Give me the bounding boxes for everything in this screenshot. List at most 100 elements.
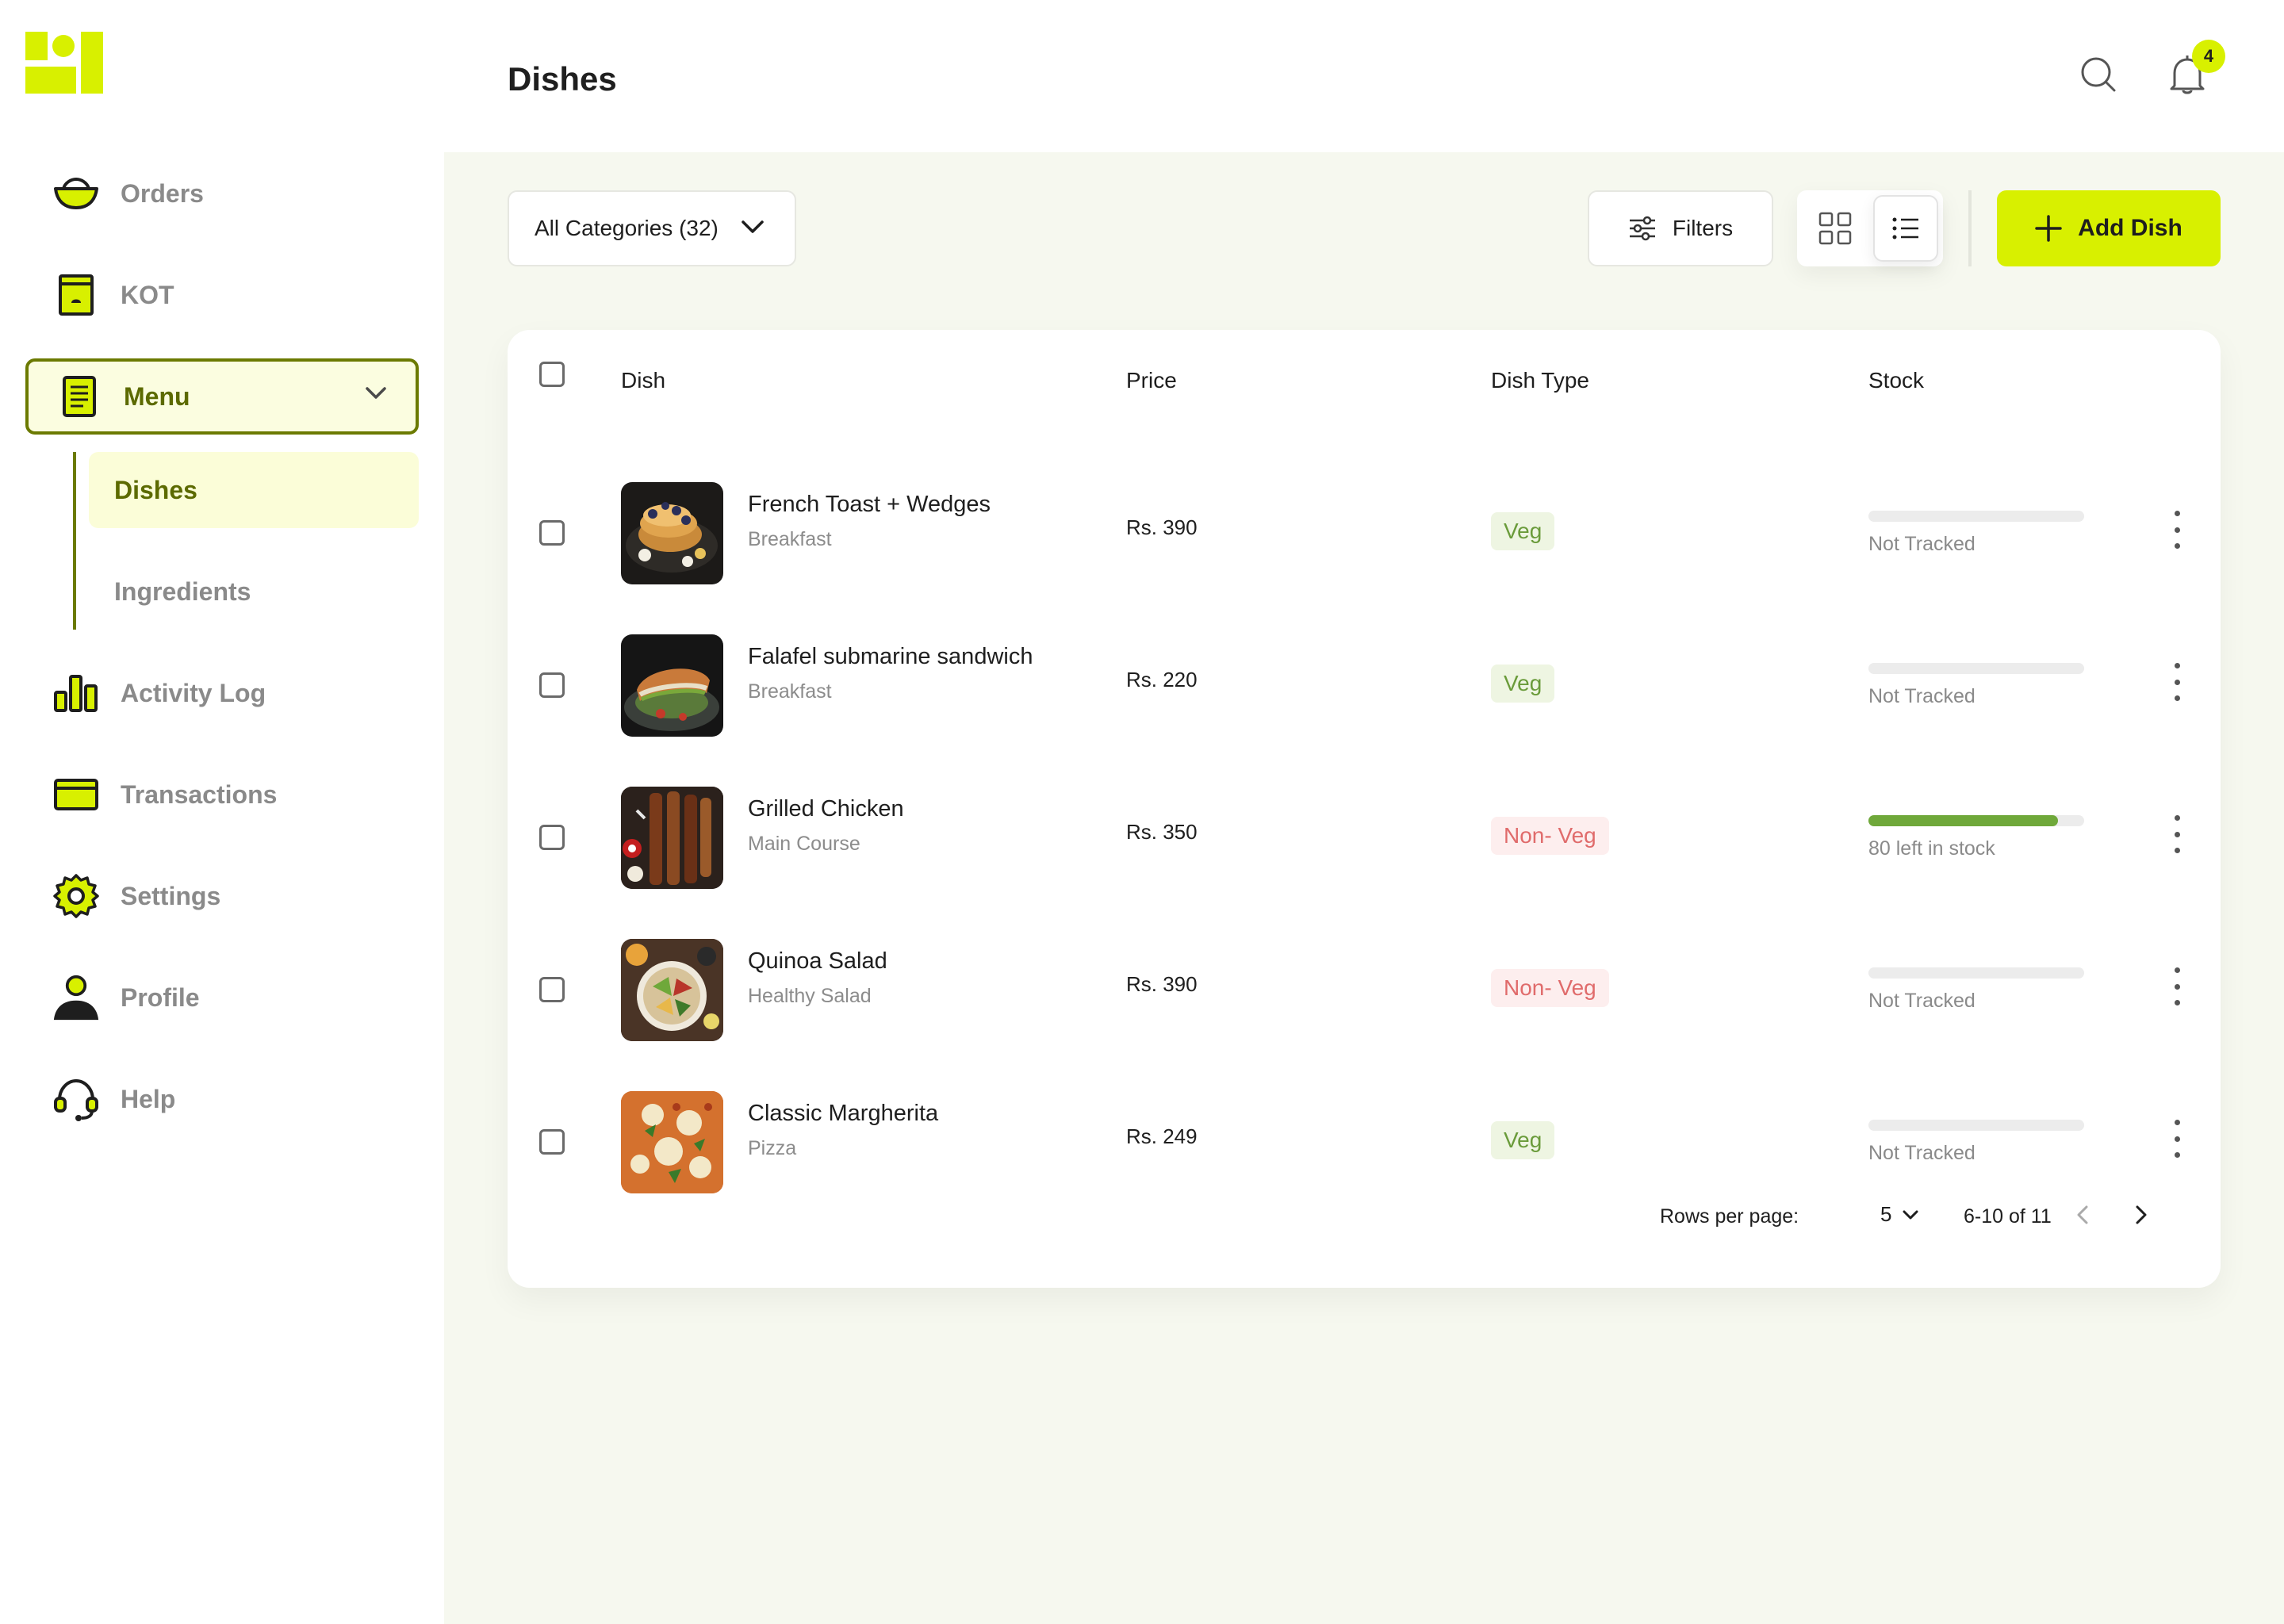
sidebar-subitem-dishes[interactable]: Dishes	[89, 452, 419, 528]
stock-bar	[1868, 815, 2084, 826]
dish-name: Quinoa Salad	[748, 948, 887, 974]
bar-chart-icon	[52, 669, 100, 717]
dish-category: Main Course	[748, 833, 860, 855]
chevron-left-icon[interactable]	[2067, 1199, 2098, 1231]
sidebar-item-transactions[interactable]: Transactions	[25, 756, 419, 833]
chevron-down-icon	[366, 387, 386, 399]
dish-category: Healthy Salad	[748, 985, 872, 1007]
toolbar-divider	[1968, 190, 1972, 266]
dish-name: Falafel submarine sandwich	[748, 644, 1033, 669]
row-checkbox[interactable]	[539, 672, 565, 698]
dish-price: Rs. 390	[1126, 515, 1198, 539]
row-checkbox[interactable]	[539, 1129, 565, 1155]
filters-label: Filters	[1672, 216, 1734, 240]
list-icon	[1892, 217, 1918, 239]
dish-price: Rs. 390	[1126, 972, 1198, 996]
dish-price: Rs. 220	[1126, 668, 1198, 691]
dish-thumbnail	[621, 634, 723, 737]
dish-category: Pizza	[748, 1137, 797, 1159]
column-header-dish: Dish	[621, 368, 666, 393]
dish-name: French Toast + Wedges	[748, 492, 991, 517]
filters-button[interactable]: Filters	[1588, 190, 1773, 266]
chevron-right-icon[interactable]	[2125, 1199, 2157, 1231]
category-select-value: All Categories (32)	[535, 216, 719, 240]
row-more-options-icon[interactable]	[2165, 511, 2189, 549]
sidebar-item-label: Help	[121, 1084, 176, 1113]
menu-document-icon	[56, 373, 103, 420]
stock-bar	[1868, 967, 2084, 979]
stock-bar	[1868, 663, 2084, 674]
dish-type-badge: Veg	[1491, 512, 1555, 550]
rows-per-page-label: Rows per page:	[1660, 1205, 1799, 1228]
dish-name: Classic Margherita	[748, 1101, 939, 1126]
dish-price: Rs. 249	[1126, 1124, 1198, 1148]
row-more-options-icon[interactable]	[2165, 967, 2189, 1005]
notification-badge: 4	[2192, 40, 2225, 73]
sidebar-subitem-ingredients[interactable]: Ingredients	[89, 553, 419, 630]
app-logo[interactable]	[25, 32, 103, 94]
stock-status: Not Tracked	[1868, 685, 1976, 707]
stock-bar	[1868, 511, 2084, 522]
sidebar-item-label: Settings	[121, 881, 221, 910]
table-row[interactable]: Quinoa Salad Healthy Salad Rs. 390 Non- Veg…	[508, 893, 2221, 1045]
dish-thumbnail	[621, 787, 723, 889]
row-more-options-icon[interactable]	[2165, 663, 2189, 701]
dish-type-badge: Non- Veg	[1491, 969, 1609, 1007]
table-row[interactable]: French Toast + Wedges Breakfast Rs. 390 Veg…	[508, 436, 2221, 588]
dishes-table: Dish Price Dish Type Stock French Toast …	[508, 330, 2221, 1288]
rows-per-page-value: 5	[1880, 1202, 1892, 1226]
sidebar-item-label: Menu	[124, 381, 190, 411]
sidebar-item-settings[interactable]: Settings	[25, 858, 419, 934]
sidebar-item-menu[interactable]: Menu	[25, 358, 419, 435]
grid-icon	[1818, 212, 1852, 245]
sidebar-item-label: Orders	[121, 178, 204, 208]
row-more-options-icon[interactable]	[2165, 1120, 2189, 1158]
sidebar-item-orders[interactable]: Orders	[25, 155, 419, 232]
sidebar-item-label: Profile	[121, 982, 200, 1012]
headset-icon	[52, 1075, 100, 1123]
stock-status: Not Tracked	[1868, 990, 1976, 1012]
dish-thumbnail	[621, 939, 723, 1041]
stock-bar	[1868, 1120, 2084, 1131]
pagination-range: 6-10 of 11	[1964, 1205, 2052, 1228]
user-icon	[52, 974, 100, 1021]
select-all-checkbox[interactable]	[539, 362, 565, 387]
chevron-down-icon	[1903, 1210, 1918, 1219]
card-icon	[52, 771, 100, 818]
page-title: Dishes	[508, 60, 617, 98]
top-header: Dishes 4	[444, 0, 2284, 152]
add-dish-button[interactable]: Add Dish	[1997, 190, 2221, 266]
sidebar: Orders KOT Menu Dishes Ingredients Activ…	[0, 0, 444, 1624]
dish-category: Breakfast	[748, 680, 832, 703]
row-checkbox[interactable]	[539, 520, 565, 546]
table-row[interactable]: Grilled Chicken Main Course Rs. 350 Non- Ve…	[508, 741, 2221, 893]
dish-type-badge: Non- Veg	[1491, 817, 1609, 855]
dish-category: Breakfast	[748, 528, 832, 550]
table-row[interactable]: Classic Margherita Pizza Rs. 249 Veg Not Tra…	[508, 1045, 2221, 1197]
stock-status: Not Tracked	[1868, 533, 1976, 555]
sidebar-nav: Orders KOT Menu Dishes Ingredients Activ…	[25, 155, 419, 1162]
rows-per-page-select[interactable]: 5	[1880, 1202, 1918, 1227]
row-checkbox[interactable]	[539, 825, 565, 850]
row-checkbox[interactable]	[539, 977, 565, 1002]
chevron-down-icon	[742, 220, 764, 233]
search-icon[interactable]	[2079, 56, 2117, 94]
grid-view-button[interactable]	[1805, 198, 1865, 259]
dish-type-badge: Veg	[1491, 665, 1555, 703]
add-dish-label: Add Dish	[2078, 215, 2182, 241]
table-row[interactable]: Falafel submarine sandwich Breakfast Rs. 2…	[508, 588, 2221, 741]
sidebar-item-label: KOT	[121, 280, 174, 309]
view-toggle	[1797, 190, 1943, 266]
sidebar-item-profile[interactable]: Profile	[25, 959, 419, 1036]
stock-status: 80 left in stock	[1868, 837, 1995, 860]
sidebar-item-help[interactable]: Help	[25, 1061, 419, 1137]
column-header-stock: Stock	[1868, 368, 1925, 393]
plus-icon	[2035, 215, 2062, 242]
sidebar-item-activity-log[interactable]: Activity Log	[25, 655, 419, 731]
sidebar-item-label: Transactions	[121, 779, 278, 809]
row-more-options-icon[interactable]	[2165, 815, 2189, 853]
stock-bar-fill	[1868, 815, 2059, 826]
list-view-button[interactable]	[1873, 195, 1938, 262]
category-select[interactable]: All Categories (32)	[508, 190, 796, 266]
sidebar-item-kot[interactable]: KOT	[25, 257, 419, 333]
